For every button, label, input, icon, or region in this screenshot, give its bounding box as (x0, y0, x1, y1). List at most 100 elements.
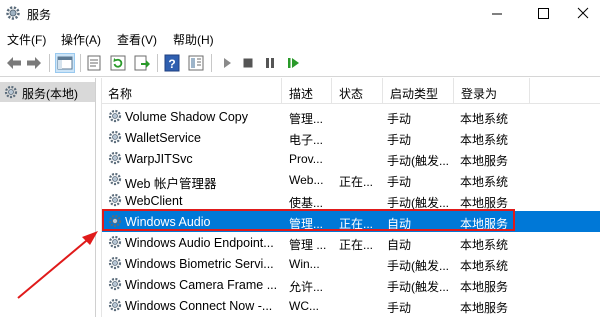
service-name: Windows Audio Endpoint... (125, 236, 274, 250)
help-icon: ? (164, 54, 180, 72)
tree-item-services-local[interactable]: 服务(本地) (0, 82, 95, 102)
service-gear-icon (108, 256, 122, 270)
table-row[interactable]: Web 帐户管理器 Web... 正在... 手动 本地系统 (102, 169, 600, 191)
back-arrow-icon (7, 57, 21, 69)
help-button[interactable]: ? (162, 53, 182, 73)
toolbar-separator (80, 54, 81, 72)
toolbar-separator (211, 54, 212, 72)
service-description: Web... (289, 173, 324, 187)
start-service-button[interactable] (217, 53, 237, 73)
menu-action[interactable]: 操作(A) (61, 31, 101, 48)
service-startup-type: 手动 (387, 112, 412, 126)
back-button[interactable] (4, 53, 24, 73)
service-status: 正在... (339, 238, 374, 252)
menu-help[interactable]: 帮助(H) (173, 31, 214, 48)
close-button[interactable] (566, 0, 600, 28)
service-startup-type: 手动 (387, 301, 412, 315)
view-button[interactable] (186, 53, 206, 73)
service-description: 管理... (289, 112, 324, 126)
svg-text:?: ? (168, 57, 175, 71)
service-startup-type: 手动(触发... (387, 259, 449, 273)
stop-service-button[interactable] (238, 53, 258, 73)
service-gear-icon (108, 298, 122, 312)
service-description: Win... (289, 257, 320, 271)
service-logon-as: 本地服务 (460, 301, 509, 315)
menu-view[interactable]: 查看(V) (117, 31, 157, 48)
service-gear-icon (108, 172, 122, 186)
service-logon-as: 本地系统 (460, 112, 509, 126)
service-gear-icon (108, 151, 122, 165)
column-header-status[interactable]: 状态 (333, 78, 383, 104)
list-header: 名称 描述 状态 启动类型 登录为 (102, 78, 600, 104)
toolbar-separator (157, 54, 158, 72)
table-row[interactable]: Windows Camera Frame ... 允许... 手动(触发... 本地服… (102, 274, 600, 295)
service-logon-as: 本地系统 (460, 133, 509, 147)
console-tree-icon (57, 56, 73, 70)
forward-button[interactable] (24, 53, 44, 73)
menu-bar: 文件(F) 操作(A) 查看(V) 帮助(H) (0, 28, 600, 49)
table-row[interactable]: Windows Audio Endpoint... 管理 ... 正在... 自动 本地… (102, 232, 600, 253)
table-row[interactable]: Volume Shadow Copy 管理... 手动 本地系统 (102, 106, 600, 127)
table-row[interactable]: WalletService 电子... 手动 本地系统 (102, 127, 600, 148)
column-header-logon-as[interactable]: 登录为 (455, 78, 530, 104)
service-gear-icon (108, 277, 122, 291)
table-row[interactable]: Windows Connect Now -... WC... 手动 本地服务 (102, 295, 600, 316)
services-icon (4, 85, 18, 99)
service-logon-as: 本地系统 (460, 175, 509, 189)
service-startup-type: 手动(触发... (387, 154, 449, 168)
service-description: 管理 ... (289, 238, 327, 252)
service-startup-type: 手动 (387, 133, 412, 147)
service-name: WalletService (125, 131, 201, 145)
service-gear-icon (108, 109, 122, 123)
export-icon (134, 55, 150, 71)
service-gear-icon (108, 130, 122, 144)
service-description: Prov... (289, 152, 323, 166)
show-tree-button[interactable] (55, 53, 75, 73)
service-logon-as: 本地系统 (460, 259, 509, 273)
gear-icon (6, 6, 20, 20)
column-header-startup-type[interactable]: 启动类型 (384, 78, 454, 104)
service-status: 正在... (339, 175, 374, 189)
export-button[interactable] (132, 53, 152, 73)
service-name: Windows Connect Now -... (125, 299, 273, 313)
table-row[interactable]: WebClient 使基... 手动(触发... 本地服务 (102, 190, 600, 211)
service-name: Windows Camera Frame ... (125, 278, 278, 292)
service-logon-as: 本地服务 (460, 280, 509, 294)
close-icon (577, 7, 589, 19)
service-gear-icon (108, 193, 122, 207)
restart-service-button[interactable] (283, 53, 303, 73)
service-logon-as: 本地系统 (460, 238, 509, 252)
service-startup-type: 手动 (387, 175, 412, 189)
maximize-icon (538, 8, 549, 19)
service-logon-as: 本地服务 (460, 154, 509, 168)
minimize-icon (492, 13, 502, 15)
pause-service-button[interactable] (260, 53, 280, 73)
minimize-button[interactable] (474, 0, 520, 28)
title-bar: 服务 (0, 0, 600, 28)
view-icon (188, 55, 204, 71)
menu-file[interactable]: 文件(F) (7, 31, 46, 48)
table-row[interactable]: Windows Biometric Servi... Win... 手动(触发...… (102, 253, 600, 274)
column-header-name[interactable]: 名称 (102, 78, 282, 104)
service-description: WC... (289, 299, 319, 313)
toolbar-separator (49, 54, 50, 72)
service-description: 电子... (289, 133, 324, 147)
table-row[interactable]: WarpJITSvc Prov... 手动(触发... 本地服务 (102, 148, 600, 169)
pause-icon (266, 58, 274, 68)
service-startup-type: 手动(触发... (387, 280, 449, 294)
service-description: 允许... (289, 280, 324, 294)
forward-arrow-icon (27, 57, 41, 69)
refresh-button[interactable] (108, 53, 128, 73)
window-title: 服务 (27, 8, 52, 22)
service-name: Windows Biometric Servi... (125, 257, 274, 271)
maximize-button[interactable] (520, 0, 566, 28)
services-list: 名称 描述 状态 启动类型 登录为 Volume Shadow Copy 管理..… (101, 78, 600, 317)
stop-icon (243, 58, 253, 68)
service-name: WarpJITSvc (125, 152, 193, 166)
service-gear-icon (108, 235, 122, 249)
highlight-box (102, 209, 515, 231)
service-name: WebClient (125, 194, 183, 208)
column-header-description[interactable]: 描述 (283, 78, 332, 104)
properties-button[interactable] (84, 53, 104, 73)
properties-icon (87, 55, 101, 71)
